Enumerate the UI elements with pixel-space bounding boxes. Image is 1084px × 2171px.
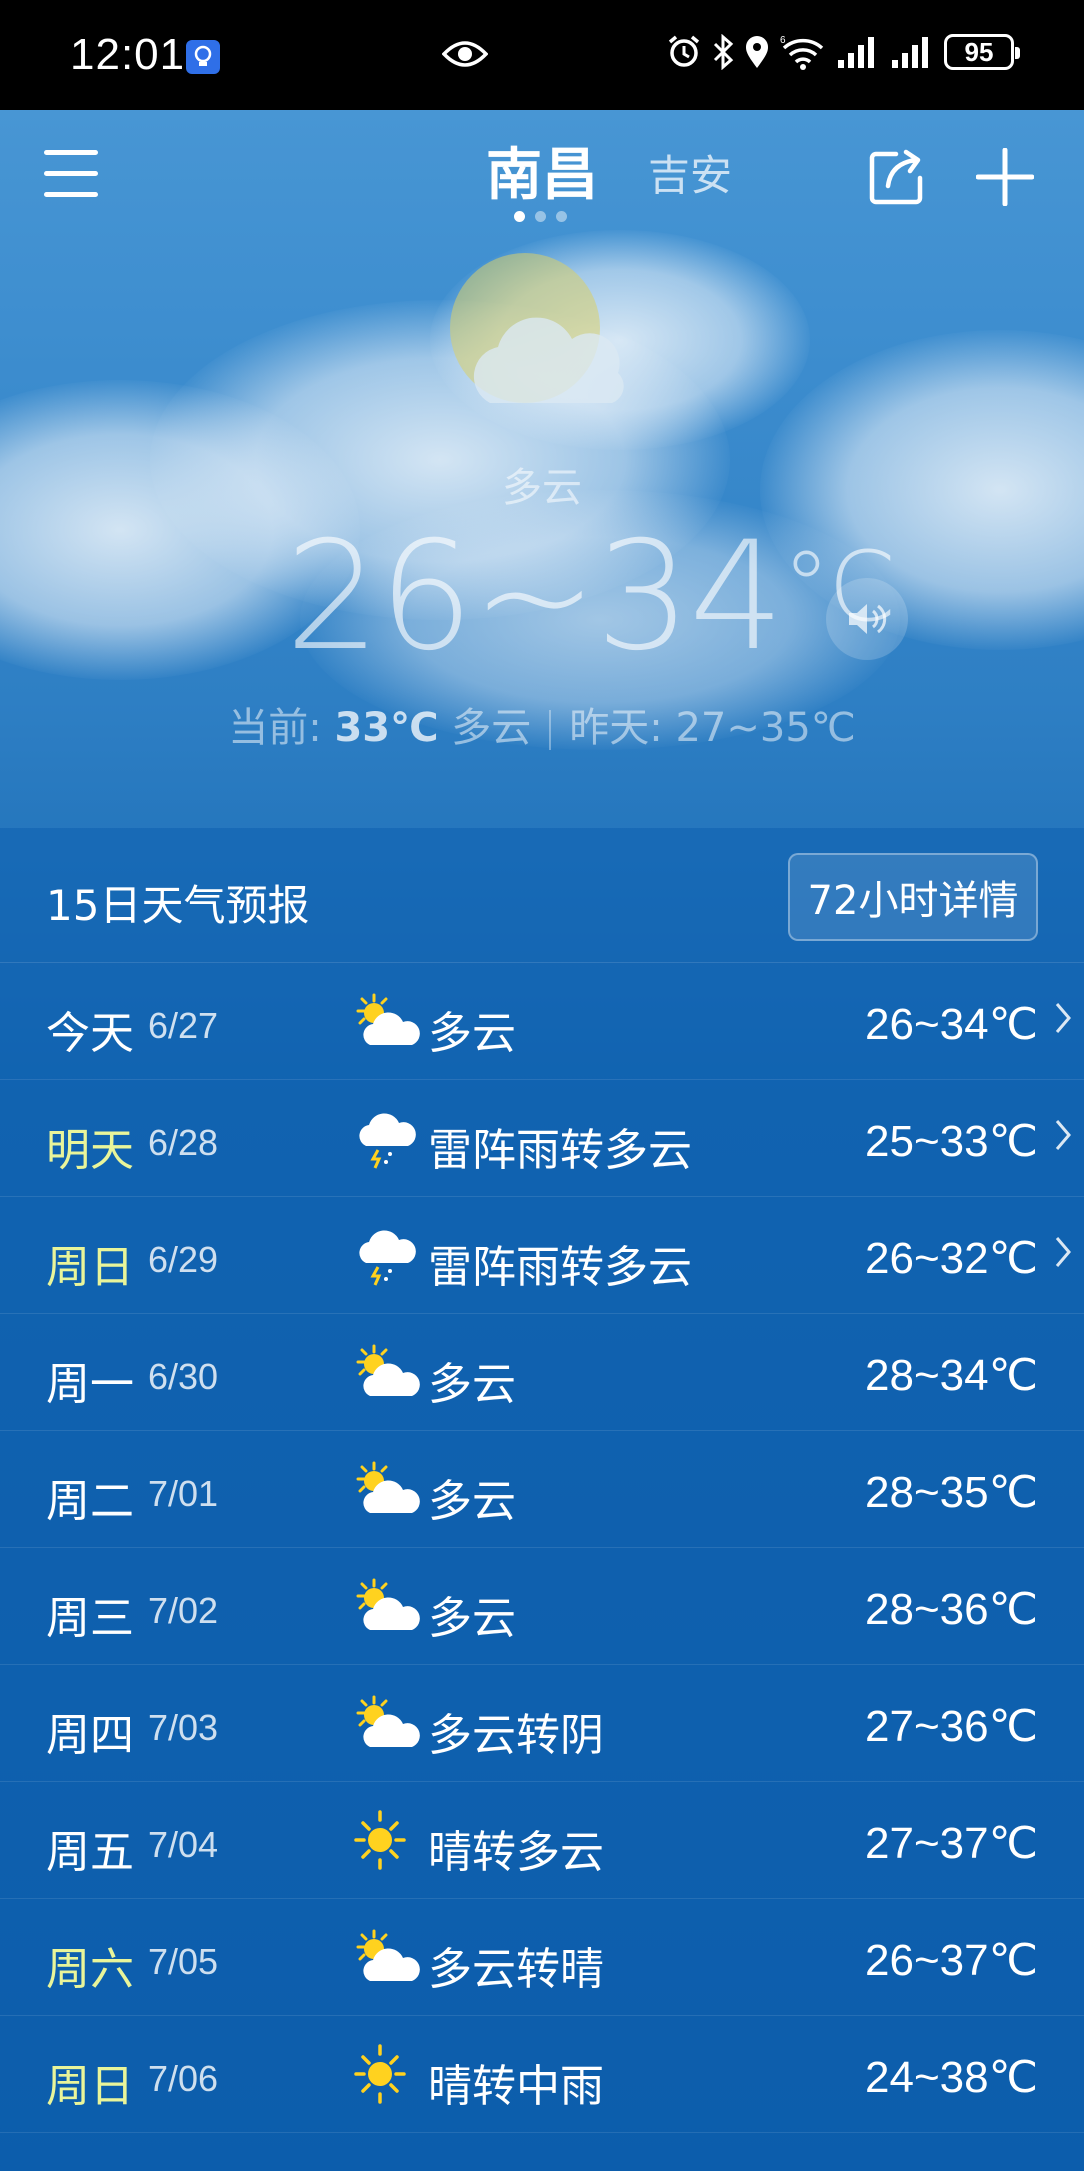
forecast-row[interactable]: 周日 6/29 雷阵雨转多云 26~32℃ <box>0 1197 1084 1314</box>
page-dot <box>514 211 525 222</box>
forecast-date: 7/06 <box>148 2058 219 2099</box>
add-city-icon[interactable] <box>975 147 1035 210</box>
alarm-icon <box>668 35 700 67</box>
eye-icon <box>441 38 489 74</box>
sun-icon <box>350 2042 420 2106</box>
forecast-row: 周四 7/03 多云转阴 27~36℃ <box>0 1665 1084 1782</box>
chevron-right-icon[interactable] <box>1054 1235 1072 1273</box>
thunderstorm-icon <box>350 1106 420 1170</box>
partly-cloudy-icon <box>350 989 420 1053</box>
forecast-day: 周日 <box>46 1242 134 1293</box>
forecast-day: 周日 <box>46 2061 134 2112</box>
forecast-date: 7/03 <box>148 1707 219 1748</box>
partly-cloudy-large-icon <box>450 253 640 427</box>
bulb-icon <box>186 40 220 74</box>
forecast-day: 周三 <box>46 1593 134 1644</box>
partly-cloudy-icon <box>350 1574 420 1638</box>
thunderstorm-icon <box>350 1223 420 1287</box>
location-icon <box>746 36 768 68</box>
forecast-day: 明天 <box>46 1125 134 1176</box>
hourly-detail-button[interactable]: 72小时详情 <box>788 853 1038 941</box>
temperature-range: 26~34°C <box>285 510 895 684</box>
forecast-row: 周二 7/01 多云 28~35℃ <box>0 1431 1084 1548</box>
city-current[interactable]: 南昌 <box>486 130 598 211</box>
forecast-day: 周二 <box>46 1476 134 1527</box>
forecast-temperature: 28~35℃ <box>865 1468 1038 1517</box>
forecast-temperature: 28~34℃ <box>865 1351 1038 1400</box>
forecast-day: 周四 <box>46 1710 134 1761</box>
forecast-panel: 15日天气预报 72小时详情 今天 6/27 多云 26~34℃ 明天 6/28 雷阵雨转多… <box>0 828 1084 2171</box>
forecast-date: 7/05 <box>148 1941 219 1982</box>
forecast-title: 15日天气预报 <box>46 881 310 930</box>
forecast-condition: 晴转多云 <box>428 1827 604 1878</box>
forecast-temperature: 26~37℃ <box>865 1936 1038 1985</box>
page-dot <box>535 211 546 222</box>
forecast-condition: 晴转中雨 <box>428 2061 604 2112</box>
forecast-condition: 多云 <box>428 1476 516 1527</box>
forecast-date: 6/28 <box>148 1122 219 1163</box>
forecast-date: 6/29 <box>148 1239 219 1280</box>
forecast-list: 今天 6/27 多云 26~34℃ 明天 6/28 雷阵雨转多云 25~33℃ 周日 6/29 雷阵… <box>0 963 1084 2133</box>
page-indicator <box>514 211 567 222</box>
partly-cloudy-icon <box>350 1691 420 1755</box>
forecast-temperature: 26~32℃ <box>865 1234 1038 1283</box>
speaker-icon[interactable] <box>826 578 908 660</box>
forecast-day: 周五 <box>46 1827 134 1878</box>
forecast-condition: 多云 <box>428 1593 516 1644</box>
forecast-day: 周一 <box>46 1359 134 1410</box>
status-bar: 12:01 6 95 <box>0 0 1084 110</box>
forecast-date: 7/01 <box>148 1473 219 1514</box>
top-nav: 南昌 吉安 <box>0 110 1084 240</box>
forecast-day: 周六 <box>46 1944 134 1995</box>
city-other[interactable]: 吉安 <box>648 142 732 203</box>
forecast-condition: 雷阵雨转多云 <box>428 1125 692 1176</box>
partly-cloudy-icon <box>350 1925 420 1989</box>
forecast-row: 周五 7/04 晴转多云 27~37℃ <box>0 1782 1084 1899</box>
status-time: 12:01 <box>70 30 186 79</box>
forecast-temperature: 26~34℃ <box>865 1000 1038 1049</box>
forecast-header: 15日天气预报 72小时详情 <box>0 828 1084 963</box>
partly-cloudy-icon <box>350 1340 420 1404</box>
forecast-temperature: 28~36℃ <box>865 1585 1038 1634</box>
bluetooth-icon <box>713 34 734 70</box>
signal-icon <box>892 37 928 68</box>
forecast-condition: 雷阵雨转多云 <box>428 1242 692 1293</box>
forecast-condition: 多云 <box>428 1359 516 1410</box>
forecast-row[interactable]: 明天 6/28 雷阵雨转多云 25~33℃ <box>0 1080 1084 1197</box>
forecast-date: 6/30 <box>148 1356 219 1397</box>
forecast-temperature: 27~37℃ <box>865 1819 1038 1868</box>
forecast-temperature: 24~38℃ <box>865 2053 1038 2102</box>
page-dot <box>556 211 567 222</box>
battery-icon: 95 <box>944 34 1020 70</box>
weather-app: 12:01 6 95 南昌 吉安 多云 26~34°C 当前: 33℃ 多云 昨… <box>0 0 1084 2171</box>
forecast-date: 7/02 <box>148 1590 219 1631</box>
current-detail: 当前: 33℃ 多云 昨天: 27~35℃ <box>228 705 856 751</box>
partly-cloudy-icon <box>350 1457 420 1521</box>
forecast-date: 6/27 <box>148 1005 219 1046</box>
forecast-condition: 多云转晴 <box>428 1944 604 1995</box>
forecast-row: 周日 7/06 晴转中雨 24~38℃ <box>0 2016 1084 2133</box>
forecast-temperature: 27~36℃ <box>865 1702 1038 1751</box>
current-condition: 多云 <box>502 465 582 511</box>
svg-text:6: 6 <box>780 35 786 46</box>
chevron-right-icon[interactable] <box>1054 1001 1072 1039</box>
forecast-row[interactable]: 今天 6/27 多云 26~34℃ <box>0 963 1084 1080</box>
sun-icon <box>350 1808 420 1872</box>
forecast-condition: 多云 <box>428 1008 516 1059</box>
chevron-right-icon[interactable] <box>1054 1118 1072 1156</box>
forecast-condition: 多云转阴 <box>428 1710 604 1761</box>
share-icon[interactable] <box>866 146 928 212</box>
forecast-date: 7/04 <box>148 1824 219 1865</box>
menu-icon[interactable] <box>44 150 100 200</box>
forecast-row: 周六 7/05 多云转晴 26~37℃ <box>0 1899 1084 2016</box>
forecast-row: 周一 6/30 多云 28~34℃ <box>0 1314 1084 1431</box>
wifi-icon: 6 <box>780 35 824 70</box>
forecast-row: 周三 7/02 多云 28~36℃ <box>0 1548 1084 1665</box>
forecast-day: 今天 <box>46 1008 134 1059</box>
status-icons: 6 95 <box>666 34 1020 70</box>
forecast-temperature: 25~33℃ <box>865 1117 1038 1166</box>
signal-icon <box>838 37 874 68</box>
